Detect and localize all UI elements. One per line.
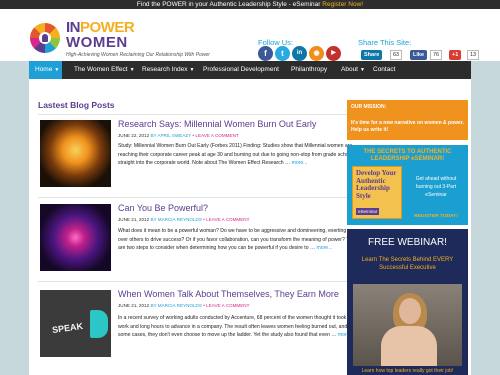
post-author-link[interactable]: MARCIA REYNOLDS [158,303,202,308]
post-author-link[interactable]: MARCIA REYNOLDS [158,217,202,222]
twitter-icon[interactable]: t [275,46,290,61]
linkedin-share-widget[interactable]: Share 63 [361,50,406,60]
post-meta: JUNE 22, 2012 BY APRIL SWEAZY • LEAVE A … [118,133,239,138]
nav-philanthropy[interactable]: Philanthropy [291,61,327,79]
read-more-link[interactable]: more... [292,160,308,166]
logo-wordmark-top[interactable]: INPOWER [66,20,135,35]
gplus-count: 13 [467,50,480,60]
register-today-link[interactable]: REGISTER TODAY! [407,214,465,219]
post-title-link[interactable]: Can You Be Powerful? [118,203,208,213]
bullet-icon: • [203,303,205,308]
eseminar-book-cover: Develop Your Authentic Leadership Style … [352,166,402,219]
webinar-caption: Learn how top leaders really got their j… [361,368,454,374]
share-site-label: Share This Site: [358,38,412,47]
post-author-link[interactable]: APRIL SWEAZY [158,133,192,138]
webinar-heading: FREE WEBINAR! [368,237,447,248]
main-content: Lastest Blog Posts Research Says: Millen… [29,79,471,375]
leave-comment-link[interactable]: LEAVE A COMMENT [195,133,238,138]
nav-research-index-label: Research Index [142,66,188,73]
site-tagline: High-Achieving Women Reclaiming Our Rela… [66,52,210,58]
nav-research-index[interactable]: Research Index ▼ [142,61,194,79]
gplus-button[interactable]: +1 [449,50,462,60]
linkedin-icon[interactable]: in [292,46,307,61]
bullet-icon: • [203,217,205,222]
promo-text: Find the POWER in your Authentic Leaders… [136,1,321,8]
main-nav: Home ▼ The Women Effect ▼ Research Index ▼ … [29,61,471,79]
mission-box[interactable]: OUR MISSION: It's time for a new narrati… [347,100,468,140]
leave-comment-link[interactable]: LEAVE A COMMENT [206,303,249,308]
book-label: eSeminar [356,208,380,215]
post-excerpt-text: In a recent survey of working adults con… [118,315,358,339]
site-header: INPOWER WOMEN High-Achieving Women Recla… [0,9,500,61]
post-thumbnail[interactable]: SPEAK [40,290,111,357]
post-excerpt: What does it mean to be a powerful woman… [118,227,366,253]
bullet-icon: • [192,133,195,138]
mission-label: OUR MISSION: [351,104,387,110]
post-excerpt: Study: Millennial Women Burn Out Early (… [118,142,366,168]
nav-women-effect[interactable]: The Women Effect ▼ [74,61,135,79]
chevron-down-icon: ▼ [360,67,365,73]
thumbnail-caption: SPEAK [51,320,84,336]
post-date: JUNE 21, 2012 [118,303,150,308]
post-date: JUNE 22, 2012 [118,133,150,138]
nav-home-label: Home [35,66,53,73]
facebook-icon[interactable]: f [258,46,273,61]
promo-bar[interactable]: Find the POWER in your Authentic Leaders… [0,0,500,9]
divider [38,281,368,282]
logo-mark-icon[interactable] [30,23,60,53]
webinar-presenter-photo [353,284,462,366]
nav-women-effect-label: The Women Effect [74,66,128,73]
post-excerpt-text: Study: Millennial Women Burn Out Early (… [118,143,353,167]
post-by: BY [150,303,157,308]
linkedin-share-count: 63 [390,50,403,60]
logo-wordmark-bottom[interactable]: WOMEN [66,35,128,50]
post-title-link[interactable]: When Women Talk About Themselves, They E… [118,289,339,299]
post-by: BY [150,217,157,222]
facebook-like-count: 76 [430,50,443,60]
nav-about[interactable]: About ▼ [341,61,365,79]
chevron-down-icon: ▼ [189,67,195,73]
megaphone-icon [90,310,108,338]
nav-professional-development[interactable]: Professional Development [203,61,279,79]
post-title-link[interactable]: Research Says: Millennial Women Burn Out… [118,119,316,129]
youtube-icon[interactable]: ▶ [326,46,341,61]
rss-icon[interactable]: ◉ [309,46,324,61]
post-thumbnail[interactable] [40,204,111,271]
post-excerpt: In a recent survey of working adults con… [118,314,366,340]
nav-contact[interactable]: Contact [373,61,395,79]
eseminar-description: Get ahead without burning out 3-Part eSe… [415,176,457,198]
free-webinar-ad[interactable]: FREE WEBINAR! Learn The Secrets Behind E… [347,229,468,375]
eseminar-heading: THE SECRETS TO AUTHENTIC LEADERSHIP eSEM… [363,149,452,162]
book-title: Develop Your Authentic Leadership Style [356,169,397,200]
eseminar-ad[interactable]: THE SECRETS TO AUTHENTIC LEADERSHIP eSEM… [347,145,468,225]
chevron-down-icon: ▼ [129,67,135,73]
webinar-subheading: Learn The Secrets Behind EVERY Successfu… [361,257,454,271]
linkedin-share-button[interactable]: Share [361,50,383,60]
nav-about-label: About [341,66,358,73]
post-meta: JUNE 21, 2012 BY MARCIA REYNOLDS • LEAVE… [118,217,249,222]
leave-comment-link[interactable]: LEAVE A COMMENT [206,217,249,222]
facebook-like-button[interactable]: Like [410,50,428,60]
post-by: BY [150,133,157,138]
blog-section-title: Lastest Blog Posts [38,100,115,110]
mission-text: It's time for a new narrative on women &… [351,120,464,133]
read-more-link[interactable]: more... [317,245,333,251]
register-now-link[interactable]: Register Now! [322,1,363,8]
facebook-like-widget[interactable]: Like 76 [410,50,446,60]
post-date: JUNE 21, 2012 [118,217,150,222]
post-meta: JUNE 21, 2012 BY MARCIA REYNOLDS • LEAVE… [118,303,249,308]
divider [38,197,368,198]
gplus-widget[interactable]: +1 13 [449,50,485,60]
post-thumbnail[interactable] [40,120,111,187]
divider [38,114,368,115]
chevron-down-icon: ▼ [54,67,60,73]
nav-home[interactable]: Home ▼ [29,61,62,79]
